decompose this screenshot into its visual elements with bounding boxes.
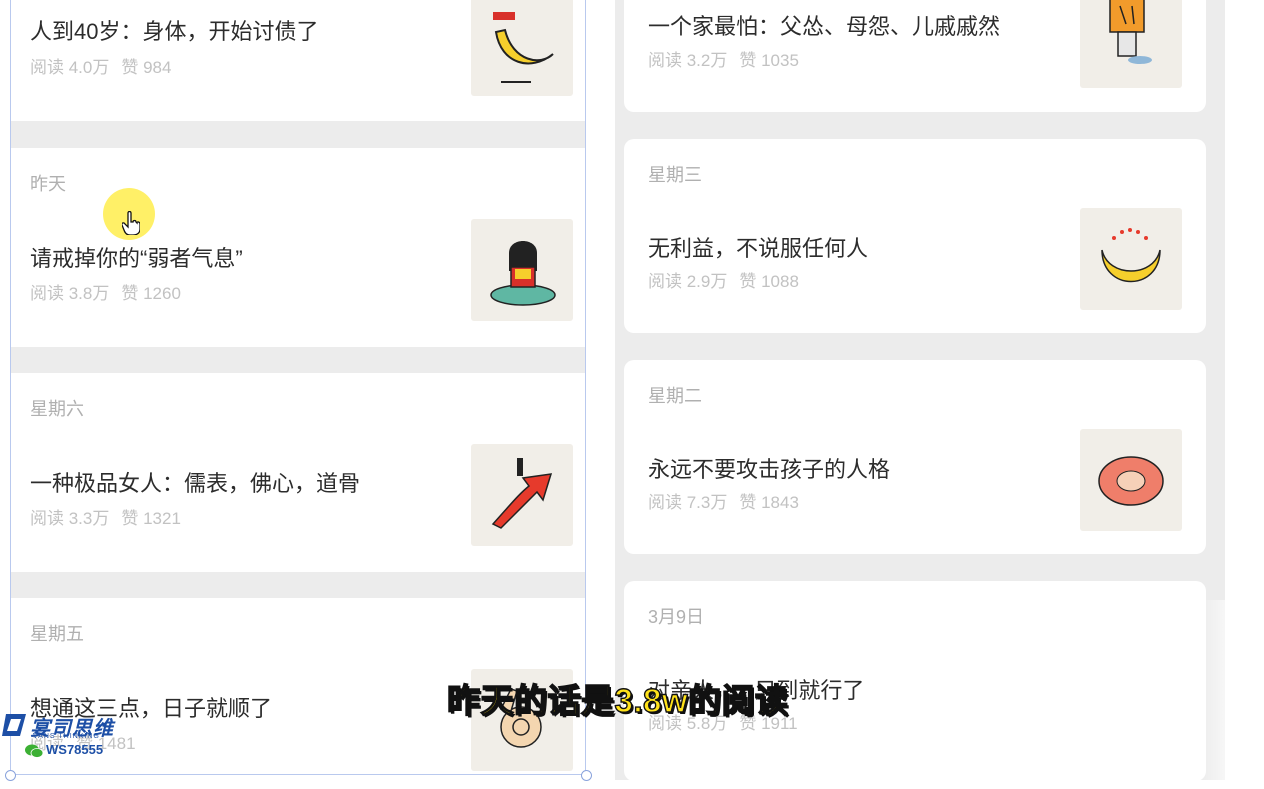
article-title: 一种极品女人：儒表，佛心，道骨 [30,471,361,496]
article-stats: 阅读 3.2万赞 1035 [648,46,811,71]
article-card[interactable]: 星期二 永远不要攻击孩子的人格 阅读 7.3万赞 1843 [624,360,1206,554]
like-count: 赞 1321 [121,509,181,528]
read-count: 阅读 4.0万 [30,58,110,77]
brand-logo-icon [2,714,26,736]
article-date: 星期六 [30,399,84,419]
resize-handle-left[interactable] [5,770,16,781]
article-title: 永远不要攻击孩子的人格 [648,457,891,482]
like-count: 赞 1035 [739,51,799,70]
article-title: 人到40岁：身体，开始讨债了 [30,19,319,44]
article-title: 一个家最怕：父怂、母怨、儿戚戚然 [648,14,1001,39]
article-title: 请戒掉你的“弱者气息” [30,246,243,271]
read-count: 阅读 3.8万 [30,284,110,303]
read-count: 阅读 7.3万 [648,493,728,512]
like-count: 赞 1088 [739,272,799,291]
article-card[interactable]: 人到40岁：身体，开始讨债了 阅读 4.0万赞 984 [10,0,586,121]
article-date: 星期五 [30,624,84,644]
edge-fade [1200,600,1264,789]
article-stats: 阅读 3.3万赞 1321 [30,504,193,529]
article-stats: 阅读 4.0万赞 984 [30,53,183,78]
read-count: 阅读 2.9万 [648,272,728,291]
wechat-icon [25,744,43,758]
article-card[interactable]: 一个家最怕：父怂、母怨、儿戚戚然 阅读 3.2万赞 1035 [624,0,1206,112]
article-stats: 阅读 7.3万赞 1843 [648,488,811,513]
read-count: 阅读 3.2万 [648,51,728,70]
article-card[interactable]: 星期三 无利益，不说服任何人 阅读 2.9万赞 1088 [624,139,1206,333]
article-card[interactable]: 星期六 一种极品女人：儒表，佛心，道骨 阅读 3.3万赞 1321 [10,373,586,572]
red-arrow-icon [471,444,573,546]
like-count: 赞 1843 [739,493,799,512]
video-subtitle: 昨天的话是3.8w的阅读 [446,681,789,719]
article-date: 星期二 [648,386,702,406]
article-card[interactable]: 昨天 请戒掉你的“弱者气息” 阅读 3.8万赞 1260 [10,148,586,347]
left-feed-column: 人到40岁：身体，开始讨债了 阅读 4.0万赞 984 昨天 请戒掉你的“弱者气… [10,0,586,775]
banana-flag-icon [471,0,573,96]
article-date: 昨天 [30,174,66,194]
girl-reading-icon [471,219,573,321]
spiky-shell-icon [1080,429,1182,531]
box-head-icon [1080,0,1182,88]
brand-name-en: VANS THINKING [33,733,100,740]
banana-hearts-icon [1080,208,1182,310]
like-count: 赞 1260 [121,284,181,303]
hand-cursor-icon [122,211,140,235]
read-count: 阅读 3.3万 [30,509,110,528]
article-date: 星期三 [648,165,702,185]
article-title: 无利益，不说服任何人 [648,236,869,261]
wechat-id: WS78555 [46,742,104,757]
like-count: 赞 984 [121,58,172,77]
resize-handle-right[interactable] [581,770,592,781]
article-date: 3月9日 [648,607,705,627]
article-stats: 阅读 2.9万赞 1088 [648,267,811,292]
article-stats: 阅读 3.8万赞 1260 [30,279,193,304]
right-feed-column: 一个家最怕：父怂、母怨、儿戚戚然 阅读 3.2万赞 1035 星期三 无利益，不… [615,0,1225,781]
